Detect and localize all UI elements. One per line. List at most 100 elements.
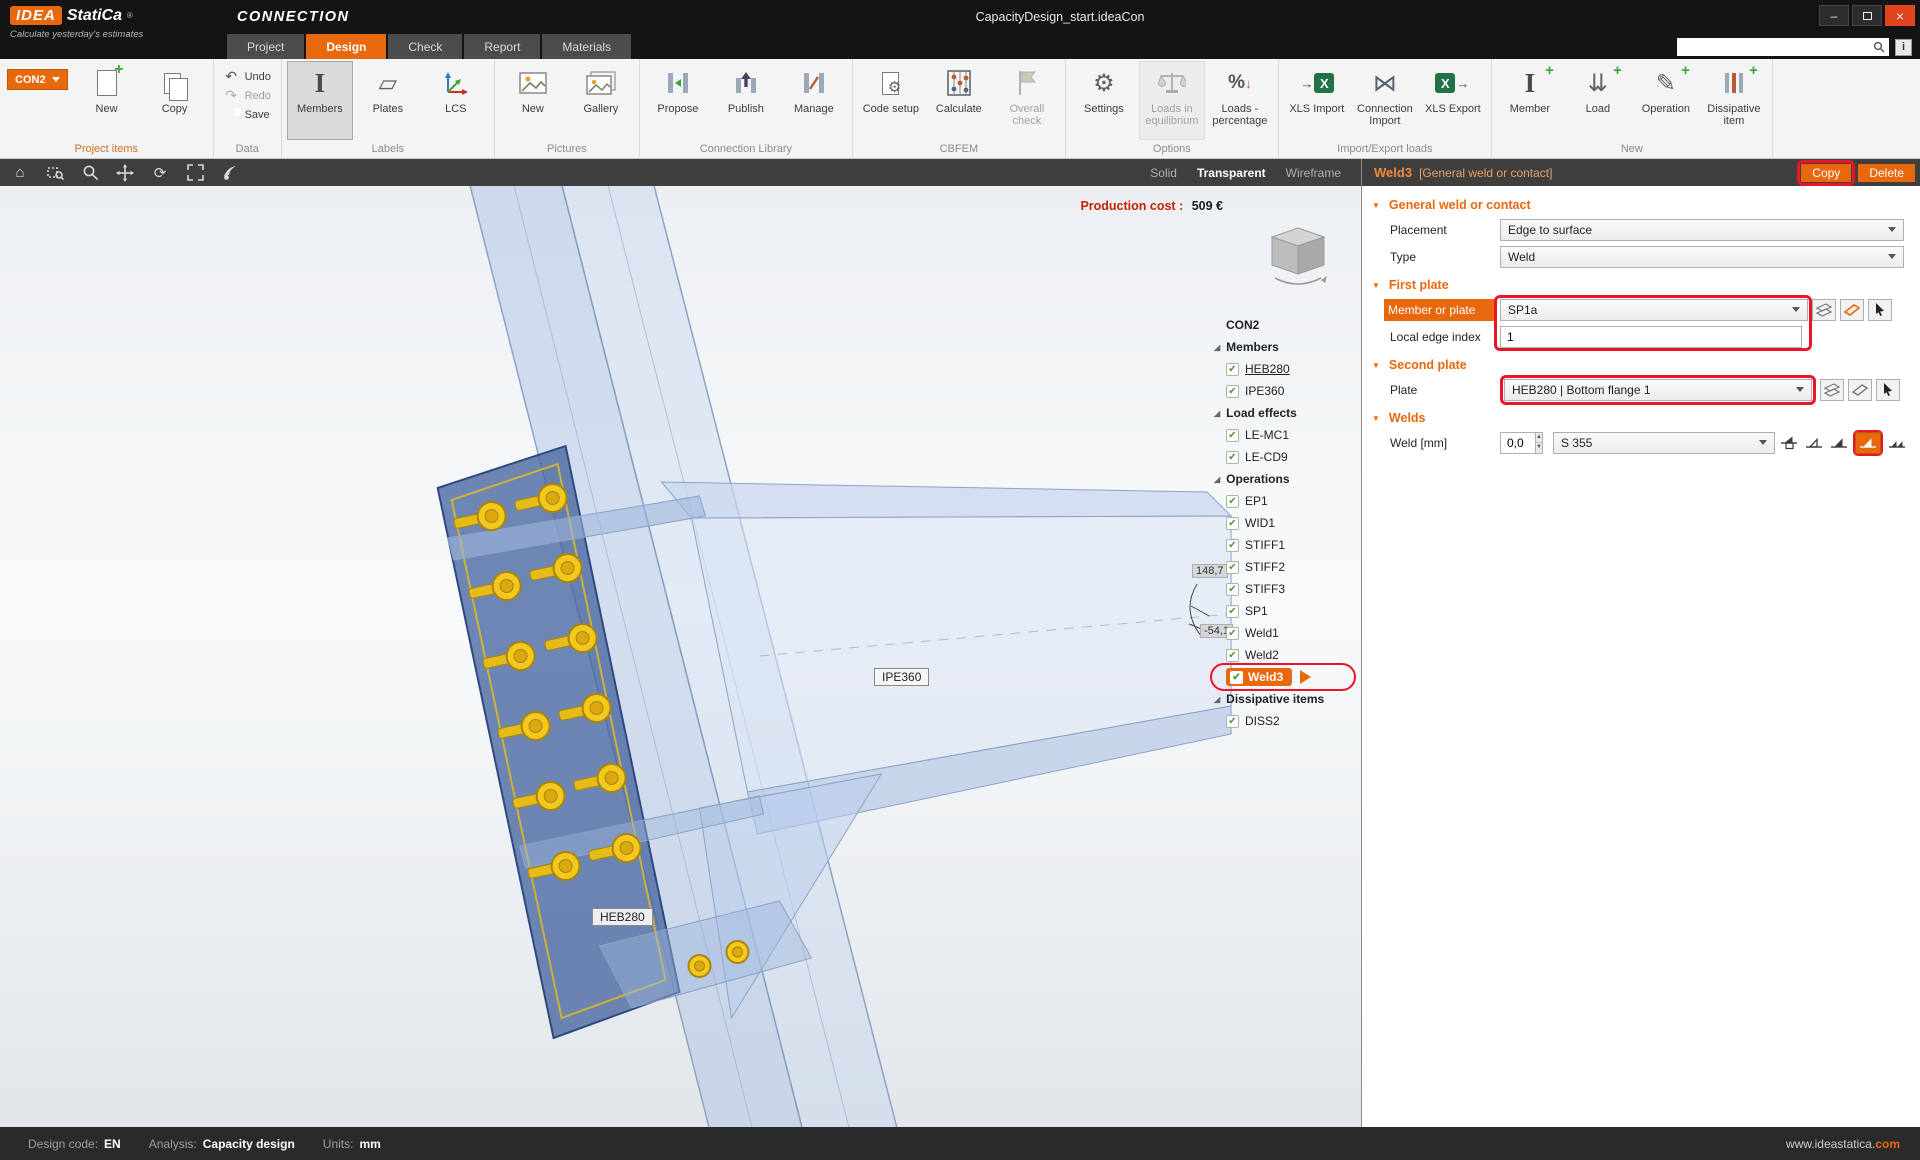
checkbox-checked-icon[interactable]: ✔ [1226, 649, 1239, 662]
save-button[interactable]: Save [219, 106, 276, 123]
search-input[interactable] [1681, 41, 1873, 53]
new-item-button[interactable]: New [74, 61, 140, 140]
tree-group-members[interactable]: ◢ Members [1202, 336, 1360, 358]
stepper-up-button[interactable]: ▲ [1536, 433, 1542, 444]
zoom-button[interactable] [80, 163, 100, 183]
tree-item-weld1[interactable]: ✔ Weld1 [1202, 622, 1360, 644]
checkbox-checked-icon[interactable]: ✔ [1226, 627, 1239, 640]
tree-item-sp1[interactable]: ✔ SP1 [1202, 600, 1360, 622]
tab-check[interactable]: Check [388, 34, 462, 59]
tree-item-stiff3[interactable]: ✔ STIFF3 [1202, 578, 1360, 600]
plates-stack-icon-button[interactable] [1820, 379, 1844, 401]
library-publish-button[interactable]: Publish [713, 61, 779, 140]
display-mode-wireframe[interactable]: Wireframe [1286, 166, 1341, 180]
settings-button[interactable]: ⚙ Settings [1071, 61, 1137, 140]
labels-plates-toggle[interactable]: ▱ Plates [355, 61, 421, 140]
search-box[interactable] [1677, 38, 1889, 56]
cursor-pick-icon-button[interactable] [1868, 299, 1892, 321]
code-setup-button[interactable]: ⚙ Code setup [858, 61, 924, 140]
delete-operation-button[interactable]: Delete [1858, 164, 1915, 182]
redo-button[interactable]: ↷ Redo [219, 87, 276, 104]
picture-new-button[interactable]: New [500, 61, 566, 140]
xls-export-button[interactable]: X→ XLS Export [1420, 61, 1486, 140]
copy-item-button[interactable]: Copy [142, 61, 208, 140]
tree-item-ep1[interactable]: ✔ EP1 [1202, 490, 1360, 512]
tab-design[interactable]: Design [306, 34, 386, 59]
picture-gallery-button[interactable]: Gallery [568, 61, 634, 140]
section-welds[interactable]: ▼ Welds [1362, 403, 1920, 429]
tree-group-dissipative-items[interactable]: ◢ Dissipative items [1202, 688, 1360, 710]
copy-operation-button[interactable]: Copy [1801, 164, 1851, 182]
tree-group-operations[interactable]: ◢ Operations [1202, 468, 1360, 490]
tree-group-load-effects[interactable]: ◢ Load effects [1202, 402, 1360, 424]
close-button[interactable]: × [1885, 5, 1915, 26]
tree-item-diss2[interactable]: ✔ DISS2 [1202, 710, 1360, 732]
zoom-fit-button[interactable] [185, 163, 205, 183]
pan-button[interactable] [115, 163, 135, 183]
navigation-cube[interactable] [1263, 224, 1333, 291]
cursor-pick-icon-button[interactable] [1876, 379, 1900, 401]
local-edge-index-input[interactable] [1500, 326, 1802, 348]
second-plate-select[interactable]: HEB280 | Bottom flange 1 [1504, 379, 1812, 401]
checkbox-checked-icon[interactable]: ✔ [1226, 715, 1239, 728]
section-second-plate[interactable]: ▼ Second plate [1362, 350, 1920, 376]
checkbox-checked-icon[interactable]: ✔ [1226, 583, 1239, 596]
3d-viewport[interactable]: Production cost : 509 € IPE360 HEB280 14… [0, 186, 1361, 1127]
member-or-plate-select[interactable]: SP1a [1500, 299, 1808, 321]
plate-select-icon-button[interactable] [1840, 299, 1864, 321]
checkbox-checked-icon[interactable]: ✔ [1226, 605, 1239, 618]
checkbox-checked-icon[interactable]: ✔ [1226, 517, 1239, 530]
new-member-button[interactable]: I Member [1497, 61, 1563, 140]
tree-item-stiff1[interactable]: ✔ STIFF1 [1202, 534, 1360, 556]
tab-report[interactable]: Report [464, 34, 540, 59]
tree-root-con2[interactable]: CON2 [1202, 314, 1360, 336]
weld-size-input[interactable] [1500, 432, 1536, 454]
checkbox-checked-icon[interactable]: ✔ [1226, 451, 1239, 464]
tab-project[interactable]: Project [227, 34, 304, 59]
weld-fillet-icon-button[interactable] [1803, 432, 1825, 454]
tree-item-weld3-selected[interactable]: ✔ Weld3 [1202, 666, 1360, 688]
checkbox-checked-icon[interactable]: ✔ [1226, 385, 1239, 398]
calculate-button[interactable]: Calculate [926, 61, 992, 140]
labels-lcs-toggle[interactable]: LCS [423, 61, 489, 140]
maximize-button[interactable] [1852, 5, 1882, 26]
connection-import-button[interactable]: ⋈ Connection Import [1352, 61, 1418, 140]
tab-materials[interactable]: Materials [542, 34, 631, 59]
overall-check-button[interactable]: Overall check [994, 61, 1060, 140]
tree-item-wid1[interactable]: ✔ WID1 [1202, 512, 1360, 534]
library-propose-button[interactable]: Propose [645, 61, 711, 140]
checkbox-checked-icon[interactable]: ✔ [1226, 561, 1239, 574]
tree-item-le-cd9[interactable]: ✔ LE-CD9 [1202, 446, 1360, 468]
labels-members-toggle[interactable]: I Members [287, 61, 353, 140]
weld-bevel-icon-button[interactable] [1828, 432, 1850, 454]
new-operation-button[interactable]: ✎ Operation [1633, 61, 1699, 140]
rotate-view-button[interactable]: ⟳ [150, 163, 170, 183]
zoom-window-button[interactable] [45, 163, 65, 183]
section-general-weld[interactable]: ▼ General weld or contact [1362, 190, 1920, 216]
tree-item-stiff2[interactable]: ✔ STIFF2 [1202, 556, 1360, 578]
xls-import-button[interactable]: →X XLS Import [1284, 61, 1350, 140]
section-first-plate[interactable]: ▼ First plate [1362, 270, 1920, 296]
weld-intermittent-icon-button[interactable] [1886, 432, 1908, 454]
tree-item-ipe360[interactable]: ✔ IPE360 [1202, 380, 1360, 402]
loads-in-equilibrium-toggle[interactable]: Loads in equilibrium [1139, 61, 1205, 140]
new-dissipative-item-button[interactable]: Dissipative item [1701, 61, 1767, 140]
checkbox-checked-icon[interactable]: ✔ [1226, 495, 1239, 508]
tree-item-heb280[interactable]: ✔ HEB280 [1202, 358, 1360, 380]
weld-material-select[interactable]: S 355 [1553, 432, 1775, 454]
stepper-down-button[interactable]: ▼ [1536, 443, 1542, 453]
placement-select[interactable]: Edge to surface [1500, 219, 1904, 241]
display-mode-solid[interactable]: Solid [1150, 166, 1177, 180]
home-view-button[interactable]: ⌂ [10, 163, 30, 183]
library-manage-button[interactable]: Manage [781, 61, 847, 140]
weld-type-select[interactable]: Weld [1500, 246, 1904, 268]
tree-item-weld2[interactable]: ✔ Weld2 [1202, 644, 1360, 666]
minimize-button[interactable]: – [1819, 5, 1849, 26]
tree-item-le-mc1[interactable]: ✔ LE-MC1 [1202, 424, 1360, 446]
checkbox-checked-icon[interactable]: ✔ [1226, 363, 1239, 376]
new-load-button[interactable]: ⇊ Load [1565, 61, 1631, 140]
loads-percentage-button[interactable]: %↓ Loads - percentage [1207, 61, 1273, 140]
info-button[interactable]: i [1895, 39, 1912, 56]
checkbox-checked-icon[interactable]: ✔ [1230, 671, 1243, 684]
checkbox-checked-icon[interactable]: ✔ [1226, 539, 1239, 552]
